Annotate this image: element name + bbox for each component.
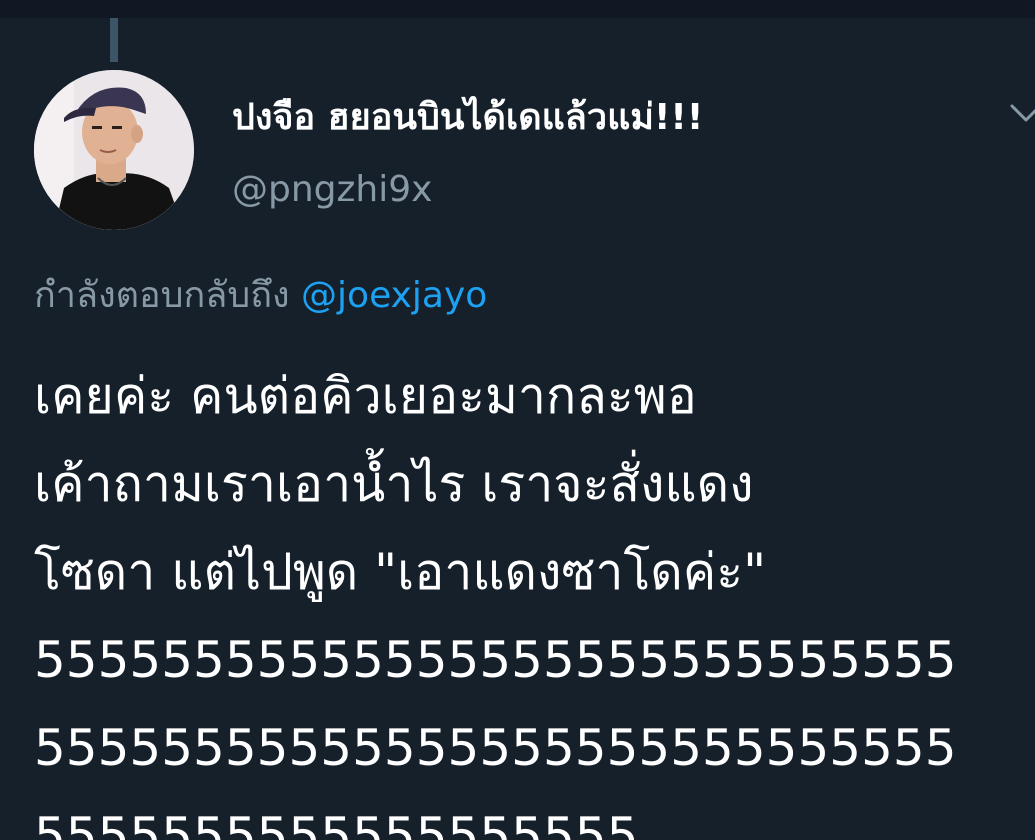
top-strip xyxy=(0,0,1035,18)
tweet-text: เคยค่ะ คนต่อคิวเยอะมากละพอ เค้าถามเราเอา… xyxy=(34,352,1035,840)
tweet-text-line: 55555555555555555555555555555 xyxy=(34,719,957,777)
reply-context: กำลังตอบกลับถึง @joexjayo xyxy=(34,272,487,320)
tweet-text-line: เค้าถามเราเอาน้ำไร เราจะสั่งแดง xyxy=(34,455,754,513)
chevron-down-icon[interactable] xyxy=(1006,100,1035,130)
avatar[interactable] xyxy=(34,70,194,230)
tweet-text-line: 55555555555555555555555555555 xyxy=(34,631,957,689)
reply-mention-link[interactable]: @joexjayo xyxy=(301,275,487,316)
display-name[interactable]: ปงจือ ฮยอนบินได้เดแล้วแม่!!! xyxy=(232,96,703,140)
thread-connector-line xyxy=(110,18,118,62)
tweet-text-line: 5555555555555555555 xyxy=(34,807,639,840)
tweet-text-line: โซดา แต่ไปพูด "เอาแดงซาโดค่ะ" xyxy=(34,543,767,601)
tweet-text-line: เคยค่ะ คนต่อคิวเยอะมากละพอ xyxy=(34,367,697,425)
reply-prefix: กำลังตอบกลับถึง xyxy=(34,275,290,316)
user-handle[interactable]: @pngzhi9x xyxy=(232,168,432,212)
avatar-image xyxy=(34,70,194,230)
